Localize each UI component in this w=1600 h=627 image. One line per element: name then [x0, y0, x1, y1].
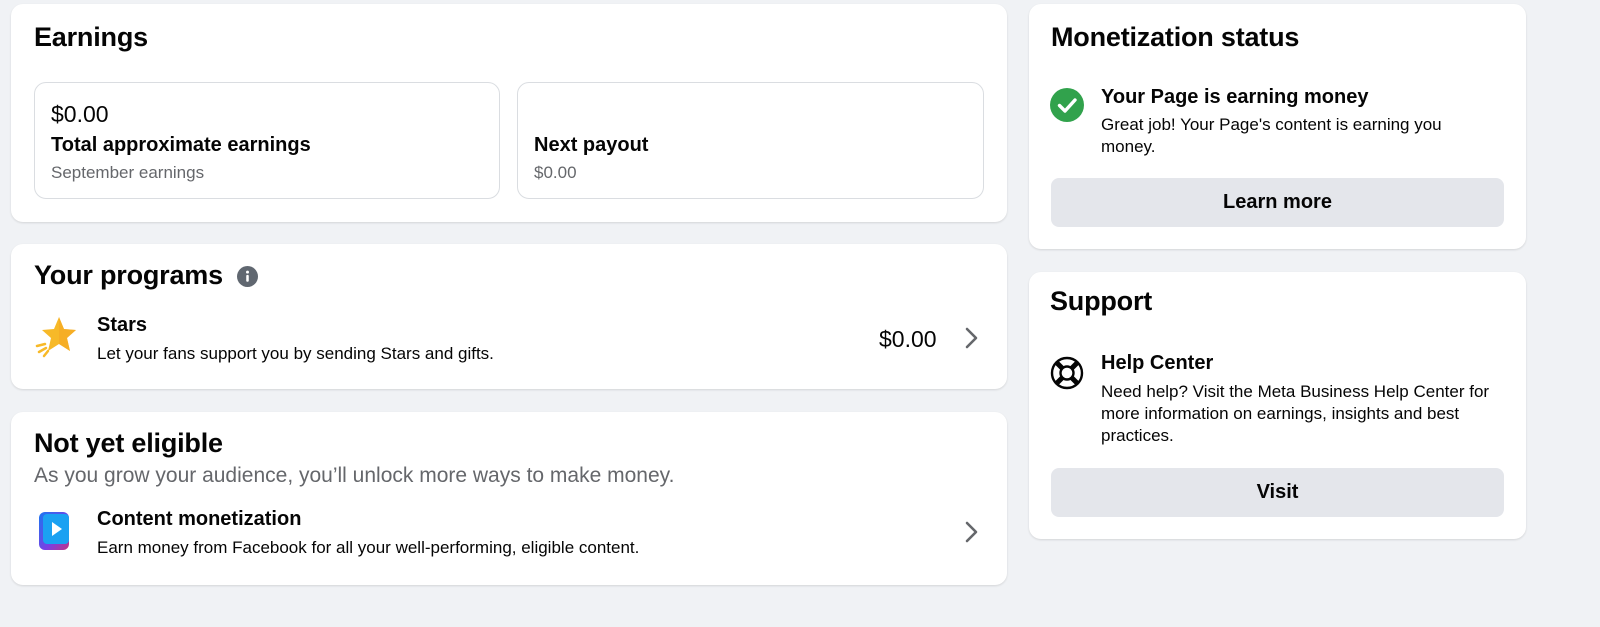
- check-circle-icon: [1050, 88, 1084, 122]
- help-center-title: Help Center: [1101, 352, 1214, 374]
- not-eligible-title: Not yet eligible: [34, 428, 223, 458]
- total-earnings-label: Total approximate earnings: [51, 134, 311, 156]
- next-payout-label: Next payout: [534, 134, 649, 156]
- stars-title: Stars: [97, 314, 148, 336]
- chevron-right-icon[interactable]: [959, 326, 983, 350]
- support-card: Support Help Center Need help? Visit the…: [1029, 272, 1526, 539]
- play-video-icon: [37, 510, 73, 552]
- stars-icon: [33, 314, 77, 358]
- program-row-content-monetization[interactable]: Content monetization Earn money from Fac…: [11, 502, 1007, 574]
- content-monetization-title: Content monetization: [97, 508, 302, 530]
- status-title: Your Page is earning money: [1101, 86, 1369, 108]
- program-row-stars[interactable]: Stars Let your fans support you by sendi…: [11, 304, 1007, 376]
- not-eligible-subtitle: As you grow your audience, you’ll unlock…: [34, 464, 675, 487]
- help-center-desc-line2: more information on earnings, insights a…: [1101, 404, 1460, 423]
- total-earnings-box[interactable]: $0.00 Total approximate earnings Septemb…: [34, 82, 500, 199]
- total-earnings-period: September earnings: [51, 163, 205, 182]
- programs-title: Your programs: [34, 260, 223, 290]
- next-payout-amount: $0.00: [534, 163, 577, 182]
- scrollbar[interactable]: [1578, 0, 1600, 627]
- chevron-right-icon[interactable]: [959, 520, 983, 544]
- next-payout-box[interactable]: Next payout $0.00: [517, 82, 984, 199]
- visit-button[interactable]: Visit: [1051, 468, 1504, 517]
- earnings-card: Earnings $0.00 Total approximate earning…: [11, 4, 1007, 222]
- content-monetization-desc: Earn money from Facebook for all your we…: [97, 538, 640, 557]
- status-desc-line1: Great job! Your Page's content is earnin…: [1101, 115, 1442, 134]
- stars-amount: $0.00: [879, 326, 937, 352]
- help-center-desc-line3: practices.: [1101, 426, 1174, 445]
- monetization-title: Monetization status: [1051, 22, 1300, 52]
- stars-desc: Let your fans support you by sending Sta…: [97, 344, 494, 363]
- status-desc-line2: money.: [1101, 137, 1156, 156]
- info-icon[interactable]: [237, 266, 258, 287]
- monetization-status-card: Monetization status Your Page is earning…: [1029, 4, 1526, 249]
- programs-card: Your programs Stars Let your fans suppor…: [11, 244, 1007, 389]
- lifebuoy-icon: [1050, 356, 1084, 390]
- total-earnings-amount: $0.00: [51, 101, 109, 127]
- not-eligible-card: Not yet eligible As you grow your audien…: [11, 412, 1007, 585]
- help-center-desc-line1: Need help? Visit the Meta Business Help …: [1101, 382, 1490, 401]
- learn-more-button[interactable]: Learn more: [1051, 178, 1504, 227]
- support-title: Support: [1050, 286, 1153, 316]
- earnings-title: Earnings: [34, 22, 148, 52]
